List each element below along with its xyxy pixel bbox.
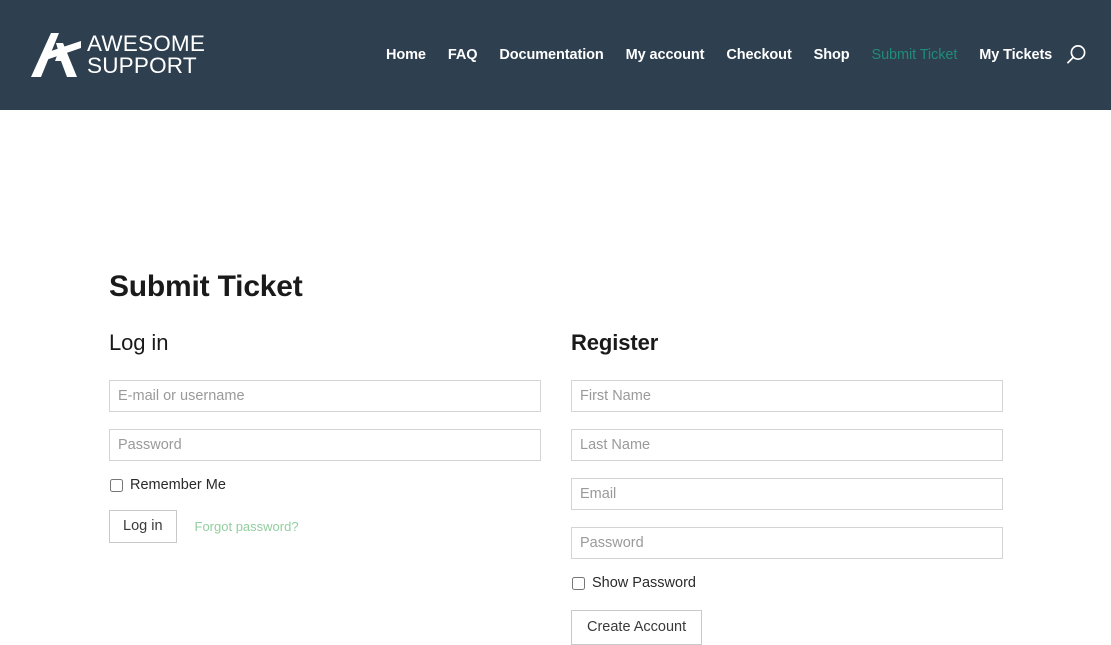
brand-line-1: AWESOME xyxy=(87,30,206,56)
brand-line-2: SUPPORT xyxy=(87,53,197,78)
login-panel: Log in Remember Me Log in Forgot passwor… xyxy=(109,332,541,543)
site-header: AWESOME SUPPORT Home FAQ Documentation M… xyxy=(0,0,1111,110)
register-last-name-input[interactable] xyxy=(571,429,1003,461)
nav-item-documentation[interactable]: Documentation xyxy=(488,0,614,110)
search-icon[interactable] xyxy=(1063,42,1089,68)
register-actions: Create Account xyxy=(571,609,1003,645)
primary-navigation: Home FAQ Documentation My account Checko… xyxy=(386,0,1063,110)
show-password-checkbox[interactable] xyxy=(572,576,585,590)
awesome-support-logo-icon xyxy=(31,31,83,79)
show-password-label[interactable]: Show Password xyxy=(592,576,696,591)
create-account-button[interactable]: Create Account xyxy=(571,609,703,645)
brand-wordmark: AWESOME SUPPORT xyxy=(87,30,206,78)
register-password-input[interactable] xyxy=(571,527,1003,559)
register-panel: Register Show Password Create Account xyxy=(571,332,1003,645)
register-email-input[interactable] xyxy=(571,478,1003,510)
login-password-input[interactable] xyxy=(109,429,541,461)
register-first-name-input[interactable] xyxy=(571,380,1003,412)
remember-me-checkbox[interactable] xyxy=(110,478,123,492)
show-password-row: Show Password xyxy=(571,576,1003,591)
nav-item-shop[interactable]: Shop xyxy=(803,0,861,110)
nav-item-submit-ticket[interactable]: Submit Ticket xyxy=(861,0,969,110)
remember-me-row: Remember Me xyxy=(109,478,541,493)
login-submit-button[interactable]: Log in xyxy=(109,509,177,543)
register-heading: Register xyxy=(571,330,659,355)
login-username-input[interactable] xyxy=(109,380,541,412)
nav-item-faq[interactable]: FAQ xyxy=(437,0,489,110)
login-heading: Log in xyxy=(109,330,169,355)
remember-me-label[interactable]: Remember Me xyxy=(130,478,226,493)
nav-item-home[interactable]: Home xyxy=(386,0,437,110)
nav-item-checkout[interactable]: Checkout xyxy=(715,0,802,110)
site-logo-link[interactable]: AWESOME SUPPORT xyxy=(31,29,205,81)
login-actions: Log in Forgot password? xyxy=(109,509,541,543)
page-title: Submit Ticket xyxy=(109,270,303,303)
nav-item-my-tickets[interactable]: My Tickets xyxy=(968,0,1063,110)
forgot-password-link[interactable]: Forgot password? xyxy=(195,519,299,534)
nav-item-my-account[interactable]: My account xyxy=(615,0,716,110)
